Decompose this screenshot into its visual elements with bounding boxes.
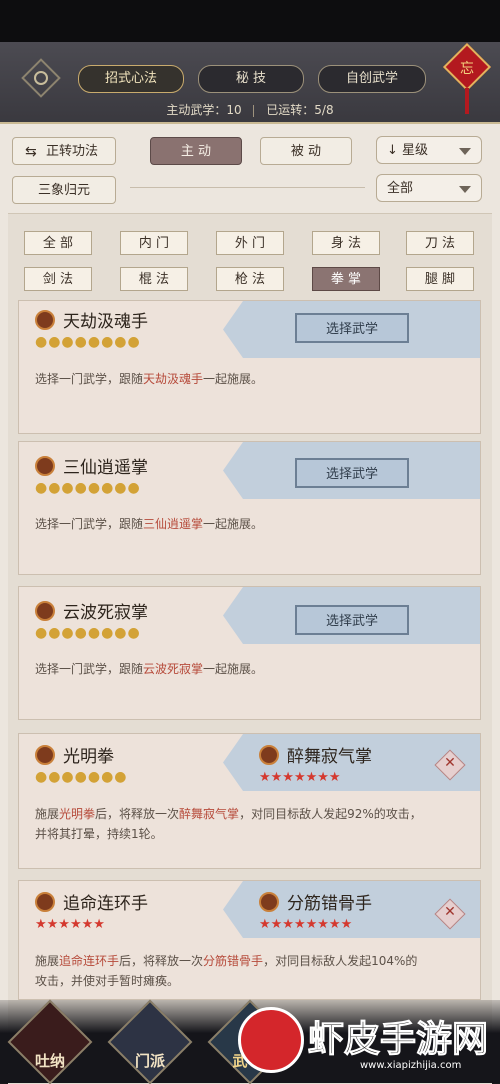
sanxiang-button[interactable]: 三象归元: [12, 176, 116, 204]
category-staff[interactable]: 棍 法: [120, 267, 188, 291]
skill-icon: [35, 456, 55, 476]
skill-card[interactable]: 三仙逍遥掌 ●●●●●●●● 选择武学 选择一门武学，跟随三仙逍遥掌一起施展。: [18, 441, 481, 575]
category-blade[interactable]: 刀 法: [406, 231, 474, 255]
partner-skill-icon: [259, 745, 279, 765]
active-count: 主动武学：10: [166, 103, 242, 117]
skill-name: 云波死寂掌: [63, 603, 148, 623]
martial-stats: 主动武学：10 已运转：5/8: [0, 101, 500, 118]
category-all[interactable]: 全 部: [24, 231, 92, 255]
select-martial-button[interactable]: 选择武学: [295, 458, 409, 488]
sort-dropdown[interactable]: ↓ 星级: [376, 136, 482, 164]
tab-passive[interactable]: 被 动: [260, 137, 352, 165]
coin-rating: ●●●●●●●●: [35, 334, 141, 350]
chevron-down-icon: [459, 186, 471, 193]
skill-description: 选择一门武学，跟随三仙逍遥掌一起施展。: [35, 517, 264, 531]
star-rating: ★★★★★★: [35, 917, 105, 932]
category-movement[interactable]: 身 法: [312, 231, 380, 255]
skill-icon: [35, 310, 55, 330]
nav-sect-label: 门派: [134, 1052, 165, 1070]
tab-active[interactable]: 主 动: [150, 137, 242, 165]
select-martial-button[interactable]: 选择武学: [295, 605, 409, 635]
eye-icon: [34, 71, 48, 85]
rotate-skill-button[interactable]: ⇆ 正转功法: [12, 137, 116, 165]
rotate-skill-label: 正转功法: [45, 144, 98, 159]
close-icon: ✕: [444, 755, 456, 771]
skill-card[interactable]: 追命连环手 ★★★★★★ 分筋错骨手 ★★★★★★★★ ✕ 施展追命连环手后，将…: [18, 880, 481, 1000]
watermark-title: 虾皮手游网: [307, 1019, 489, 1061]
coin-rating: ●●●●●●●●: [35, 480, 141, 496]
category-inner[interactable]: 内 门: [120, 231, 188, 255]
swap-icon: ⇆: [25, 144, 37, 160]
skill-icon: [35, 601, 55, 621]
divider-line: [130, 187, 365, 188]
skill-icon: [35, 892, 55, 912]
skill-card[interactable]: 天劫汲魂手 ●●●●●●●● 选择武学 选择一门武学，跟随天劫汲魂手一起施展。: [18, 300, 481, 434]
coin-rating: ●●●●●●●●: [35, 625, 141, 641]
category-outer[interactable]: 外 门: [216, 231, 284, 255]
category-sword[interactable]: 剑 法: [24, 267, 92, 291]
skill-name: 追命连环手: [63, 894, 148, 914]
partner-star-rating: ★★★★★★★: [259, 770, 341, 785]
select-martial-button[interactable]: 选择武学: [295, 313, 409, 343]
chevron-down-icon: [459, 148, 471, 155]
skill-name: 天劫汲魂手: [63, 312, 148, 332]
tab-moves[interactable]: 招式心法: [78, 65, 184, 93]
tab-custom-martial[interactable]: 自创武学: [318, 65, 426, 93]
partner-skill-name: 醉舞寂气掌: [287, 747, 372, 767]
watermark-url: www.xiapizhijia.com: [360, 1060, 462, 1071]
skill-card[interactable]: 云波死寂掌 ●●●●●●●● 选择武学 选择一门武学，跟随云波死寂掌一起施展。: [18, 586, 481, 720]
skill-icon: [35, 745, 55, 765]
status-bar: [0, 0, 500, 42]
stats-divider: [253, 104, 258, 117]
category-leg[interactable]: 腿 脚: [406, 267, 474, 291]
skill-description: 施展追命连环手后，将释放一次分筋错骨手，对同目标敌人发起104%的 攻击，并使对…: [35, 954, 418, 988]
running-count: 已运转：5/8: [266, 103, 334, 117]
category-fist[interactable]: 拳 掌: [312, 267, 380, 291]
partner-skill-icon: [259, 892, 279, 912]
sort-arrow-icon: ↓: [387, 143, 398, 158]
partner-star-rating: ★★★★★★★★: [259, 917, 353, 932]
skill-name: 光明拳: [63, 747, 114, 767]
nav-breathing-label: 吐纳: [34, 1052, 65, 1070]
skill-card[interactable]: 光明拳 ●●●●●●● 醉舞寂气掌 ★★★★★★★ ✕ 施展光明拳后，将释放一次…: [18, 733, 481, 869]
watermark-logo: [238, 1007, 304, 1073]
tab-secret-skills[interactable]: 秘 技: [198, 65, 304, 93]
coin-rating: ●●●●●●●: [35, 769, 128, 785]
knot-char: 忘: [460, 61, 474, 77]
close-icon: ✕: [444, 904, 456, 920]
skill-name: 三仙逍遥掌: [63, 458, 148, 478]
filter-dropdown-value: 全部: [387, 181, 414, 196]
filter-dropdown[interactable]: 全部: [376, 174, 482, 202]
skill-description: 施展光明拳后，将释放一次醉舞寂气掌，对同目标敌人发起92%的攻击， 并将其打晕，…: [35, 807, 422, 841]
partner-skill-name: 分筋错骨手: [287, 894, 372, 914]
category-spear[interactable]: 枪 法: [216, 267, 284, 291]
skill-description: 选择一门武学，跟随天劫汲魂手一起施展。: [35, 372, 264, 386]
skill-description: 选择一门武学，跟随云波死寂掌一起施展。: [35, 662, 264, 676]
sort-dropdown-value: 星级: [402, 143, 429, 158]
